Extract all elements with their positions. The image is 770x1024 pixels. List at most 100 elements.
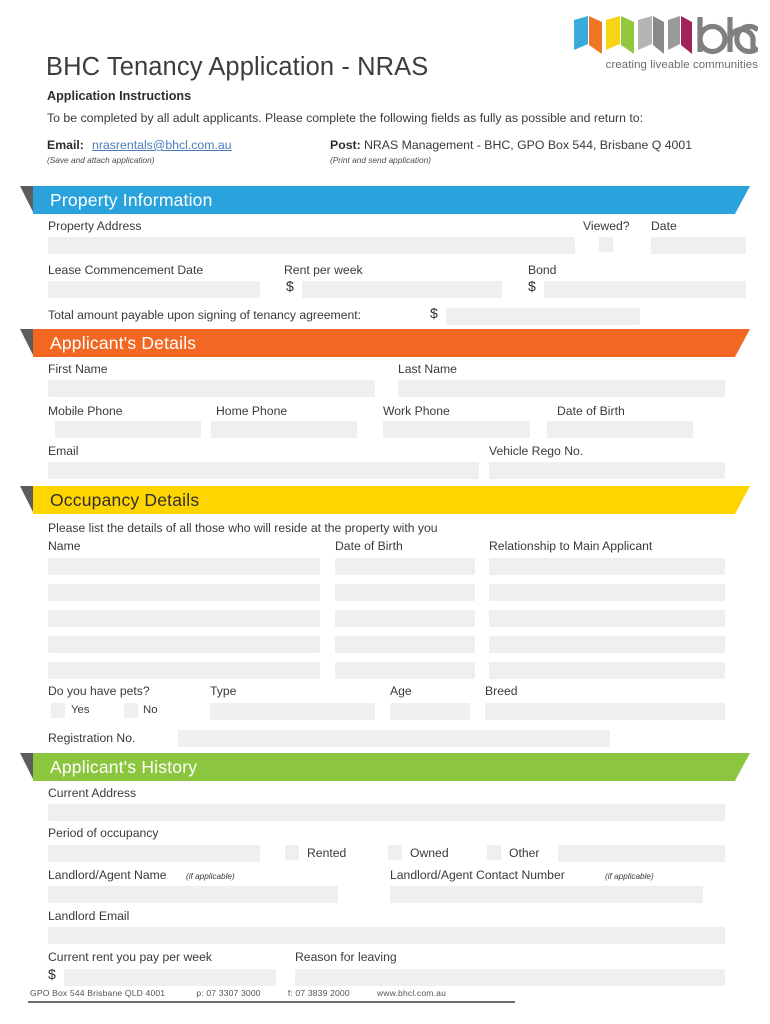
checkbox-other[interactable] (487, 845, 501, 860)
checkbox-pets-no[interactable] (124, 703, 138, 718)
input-pet-type[interactable] (210, 703, 375, 720)
currency-symbol-current-rent: $ (48, 966, 56, 982)
banner-notch-icon (20, 486, 34, 514)
column-header-name: Name (48, 539, 81, 553)
label-property-address: Property Address (48, 219, 142, 233)
input-work-phone[interactable] (383, 421, 530, 438)
input-occupant-name[interactable] (48, 636, 320, 653)
label-lease-commencement: Lease Commencement Date (48, 263, 204, 277)
currency-symbol-bond: $ (528, 278, 536, 294)
input-occupant-relationship[interactable] (489, 636, 725, 653)
post-note: (Print and send application) (330, 155, 432, 165)
input-pet-breed[interactable] (485, 703, 725, 720)
label-landlord-contact-note: (if applicable) (605, 872, 654, 881)
input-other-detail[interactable] (558, 845, 725, 862)
input-rent-per-week[interactable] (302, 281, 502, 298)
instructions-heading: Application Instructions (47, 89, 192, 103)
label-registration-no: Registration No. (48, 731, 136, 745)
label-work-phone: Work Phone (383, 404, 450, 418)
checkbox-rented[interactable] (285, 845, 299, 860)
email-label: Email: (47, 138, 84, 152)
input-occupant-dob[interactable] (335, 662, 475, 679)
input-occupant-name[interactable] (48, 610, 320, 627)
label-period-of-occupancy: Period of occupancy (48, 826, 159, 840)
section-title-applicant: Applicant's Details (50, 333, 197, 353)
checkbox-pets-yes[interactable] (51, 703, 65, 718)
label-home-phone: Home Phone (216, 404, 288, 418)
input-registration-no[interactable] (178, 730, 610, 747)
input-occupant-dob[interactable] (335, 558, 475, 575)
label-viewed: Viewed? (583, 219, 630, 233)
column-header-date-of-birth: Date of Birth (335, 539, 403, 553)
label-landlord-email: Landlord Email (48, 909, 130, 923)
footer-phone: p: 07 3307 3000 (196, 988, 261, 998)
input-occupant-dob[interactable] (335, 610, 475, 627)
footer-divider (28, 1001, 515, 1003)
input-landlord-contact[interactable] (390, 886, 703, 903)
bhc-logo-mark (574, 16, 760, 55)
input-last-name[interactable] (398, 380, 725, 397)
label-total-payable: Total amount payable upon signing of ten… (48, 308, 362, 322)
footer-fax: f: 07 3839 2000 (287, 988, 350, 998)
input-first-name[interactable] (48, 380, 375, 397)
input-pet-age[interactable] (390, 703, 470, 720)
logo-tagline: creating liveable communities (605, 59, 758, 71)
section-title-occupancy: Occupancy Details (50, 490, 200, 510)
label-vehicle-rego: Vehicle Rego No. (489, 444, 584, 458)
label-reason-for-leaving: Reason for leaving (295, 950, 397, 964)
post-address: NRAS Management - BHC, GPO Box 544, Bris… (364, 138, 693, 152)
label-pets-no: No (143, 704, 158, 716)
input-occupant-relationship[interactable] (489, 558, 725, 575)
input-date-of-birth[interactable] (547, 421, 693, 438)
label-pets-question: Do you have pets? (48, 684, 150, 698)
input-total-payable[interactable] (446, 308, 640, 325)
label-last-name: Last Name (398, 362, 457, 376)
checkbox-viewed[interactable] (599, 237, 613, 252)
input-period-of-occupancy[interactable] (48, 845, 260, 862)
input-property-address[interactable] (48, 237, 575, 254)
input-occupant-name[interactable] (48, 662, 320, 679)
input-applicant-email[interactable] (48, 462, 479, 479)
input-lease-commencement[interactable] (48, 281, 260, 298)
input-occupant-relationship[interactable] (489, 584, 725, 601)
input-landlord-email[interactable] (48, 927, 725, 944)
label-mobile-phone: Mobile Phone (48, 404, 123, 418)
input-occupant-dob[interactable] (335, 636, 475, 653)
occupancy-intro: Please list the details of all those who… (48, 521, 438, 535)
input-viewed-date[interactable] (651, 237, 746, 254)
input-current-address[interactable] (48, 804, 725, 821)
input-landlord-name[interactable] (48, 886, 338, 903)
footer-address: GPO Box 544 Brisbane QLD 4001 (30, 988, 166, 998)
footer-website[interactable]: www.bhcl.com.au (377, 988, 446, 998)
label-current-address: Current Address (48, 786, 137, 800)
currency-symbol-total: $ (430, 305, 438, 321)
currency-symbol-rent: $ (286, 278, 294, 294)
section-title-history: Applicant's History (50, 757, 198, 777)
label-date-of-birth: Date of Birth (557, 404, 625, 418)
label-pet-type: Type (210, 684, 237, 698)
input-home-phone[interactable] (211, 421, 357, 438)
label-first-name: First Name (48, 362, 108, 376)
input-reason-for-leaving[interactable] (295, 969, 725, 986)
input-occupant-relationship[interactable] (489, 662, 725, 679)
label-pets-yes: Yes (71, 704, 90, 716)
document-page: creating liveable communities BHC Tenanc… (0, 0, 770, 1024)
input-bond[interactable] (544, 281, 746, 298)
input-current-rent[interactable] (64, 969, 276, 986)
input-occupant-name[interactable] (48, 558, 320, 575)
footer: GPO Box 544 Brisbane QLD 4001 p: 07 3307… (30, 988, 446, 998)
instructions-body: To be completed by all adult applicants.… (47, 111, 644, 125)
input-occupant-relationship[interactable] (489, 610, 725, 627)
label-landlord-name-note: (if applicable) (186, 872, 235, 881)
input-occupant-name[interactable] (48, 584, 320, 601)
banner-notch-icon (20, 186, 34, 214)
input-vehicle-rego[interactable] (489, 462, 725, 479)
checkbox-owned[interactable] (388, 845, 402, 860)
input-mobile-phone[interactable] (55, 421, 201, 438)
bhc-logo: creating liveable communities (572, 14, 760, 76)
email-note: (Save and attach application) (47, 155, 155, 165)
page-title: BHC Tenancy Application - NRAS (46, 53, 429, 81)
input-occupant-dob[interactable] (335, 584, 475, 601)
email-link[interactable]: nrasrentals@bhcl.com.au (92, 138, 232, 152)
label-date: Date (651, 219, 677, 233)
